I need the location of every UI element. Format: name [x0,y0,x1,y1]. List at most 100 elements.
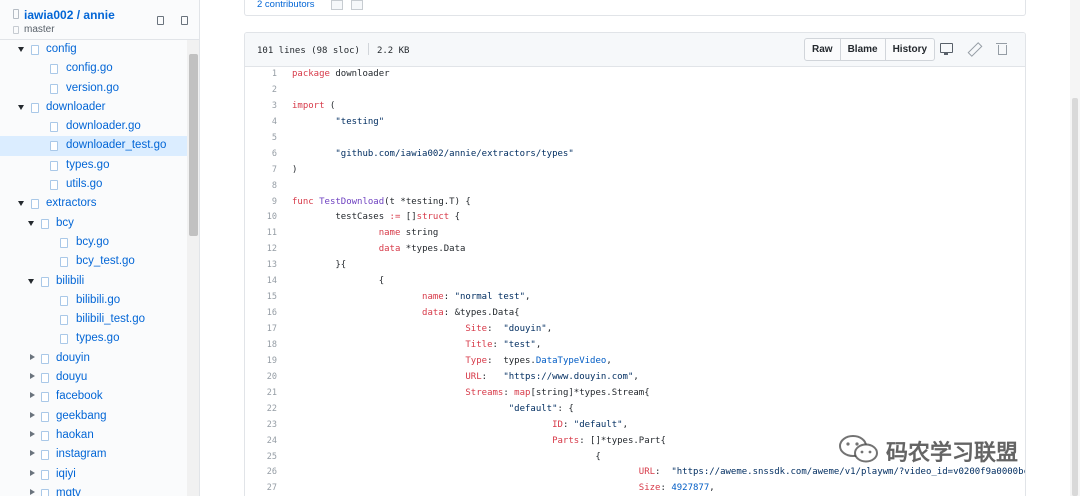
code-token: Parts [552,435,580,446]
line-number[interactable]: 22 [245,404,277,414]
line-number[interactable]: 11 [245,228,277,238]
caret-right-icon[interactable] [28,392,36,401]
caret-right-icon[interactable] [28,353,36,363]
line-number[interactable]: 15 [245,292,277,302]
line-number[interactable]: 13 [245,260,277,270]
line-number[interactable]: 24 [245,436,277,446]
line-number[interactable]: 20 [245,372,277,382]
tree-folder[interactable]: extractors [0,194,187,213]
tree-folder[interactable]: downloader [0,98,187,117]
line-number[interactable]: 9 [245,197,277,207]
line-number[interactable]: 12 [245,244,277,254]
tree-folder[interactable]: config [0,40,187,59]
line-number[interactable]: 2 [245,85,277,95]
caret-right-icon[interactable] [28,373,36,382]
tree-folder[interactable]: iqiyi [0,465,187,484]
line-number[interactable]: 4 [245,117,277,127]
tree-file[interactable]: bilibili_test.go [0,310,187,329]
line-number[interactable]: 27 [245,483,277,493]
line-number[interactable]: 5 [245,133,277,143]
tree-folder[interactable]: mgtv [0,484,187,496]
line-number[interactable]: 16 [245,308,277,318]
contributors-link[interactable]: 2 contributors [257,0,315,10]
repo-owner[interactable]: iawia002 [24,8,73,22]
tree-folder[interactable]: douyin [0,349,187,368]
tree-file[interactable]: utils.go [0,175,187,194]
tree-folder[interactable]: bcy [0,214,187,233]
line-number[interactable]: 23 [245,420,277,430]
tree-folder[interactable]: geekbang [0,407,187,426]
desktop-icon[interactable] [939,42,953,56]
tree-folder[interactable]: douyu [0,368,187,387]
code-token: : [660,483,672,494]
code-line: 20 URL: "https://www.douyin.com", [245,370,1025,386]
pin-icon[interactable] [156,15,165,26]
code-token: URL [465,371,482,382]
line-number[interactable]: 1 [245,69,277,79]
contributor-avatar[interactable] [331,0,343,10]
line-number[interactable]: 26 [245,467,277,477]
caret-right-icon[interactable] [28,450,36,459]
code-line: 3 import ( [245,99,1025,115]
line-number[interactable]: 19 [245,356,277,366]
tree-file[interactable]: types.go [0,156,187,175]
trash-icon[interactable] [995,42,1009,56]
history-button[interactable]: History [884,39,934,60]
sidebar-scroll-thumb[interactable] [189,54,198,236]
tree-file[interactable]: downloader_test.go [0,136,187,156]
tree-file[interactable]: version.go [0,79,187,98]
line-number[interactable]: 10 [245,212,277,222]
tree-file[interactable]: bcy_test.go [0,252,187,271]
tree-item-label: downloader [46,100,106,113]
tree-folder[interactable]: haokan [0,426,187,445]
tree-file[interactable]: bilibili.go [0,291,187,310]
folder-icon [41,430,49,441]
code-token: [] [400,212,417,223]
caret-right-icon[interactable] [28,430,36,440]
sidebar-scrollbar[interactable] [187,40,199,496]
tree-file[interactable]: bcy.go [0,233,187,252]
code-line: 18 Title: "test", [245,338,1025,354]
caret-down-icon[interactable] [28,219,36,228]
contributor-avatar[interactable] [351,0,363,10]
code-token: [string]*types.Stream{ [530,387,650,398]
tree-file[interactable]: config.go [0,59,187,78]
tree-file[interactable]: types.go [0,329,187,348]
blame-button[interactable]: Blame [839,39,885,60]
page-scrollbar[interactable] [1070,0,1080,496]
tree-item-label: utils.go [66,178,103,191]
caret-down-icon[interactable] [28,277,36,286]
line-number[interactable]: 17 [245,324,277,334]
tree-file[interactable]: downloader.go [0,117,187,136]
settings-icon[interactable] [180,15,189,26]
tree-folder[interactable]: instagram [0,445,187,464]
tree-item-label: bilibili.go [76,293,121,306]
caret-down-icon[interactable] [18,199,26,208]
pencil-icon[interactable] [967,42,981,56]
line-number[interactable]: 8 [245,181,277,191]
caret-right-icon[interactable] [28,469,36,479]
tree-folder[interactable]: bilibili [0,272,187,291]
line-code: ) [292,165,297,175]
repo-name[interactable]: annie [83,8,114,22]
page-scroll-thumb[interactable] [1072,98,1078,496]
tree-folder[interactable]: facebook [0,387,187,406]
line-number[interactable]: 3 [245,101,277,111]
caret-right-icon[interactable] [28,488,36,496]
caret-right-icon[interactable] [28,411,36,421]
branch-icon [13,26,19,34]
line-number[interactable]: 7 [245,165,277,175]
caret-down-icon[interactable] [18,45,26,54]
line-number[interactable]: 21 [245,388,277,398]
repo-title[interactable]: iawia002 / annie [24,8,115,22]
line-number[interactable]: 25 [245,452,277,462]
line-number[interactable]: 6 [245,149,277,159]
caret-down-icon[interactable] [18,103,26,112]
code-line: 6 "github.com/iawia002/annie/extractors/… [245,147,1025,163]
line-number[interactable]: 14 [245,276,277,286]
line-number[interactable]: 18 [245,340,277,350]
raw-button[interactable]: Raw [805,39,840,60]
